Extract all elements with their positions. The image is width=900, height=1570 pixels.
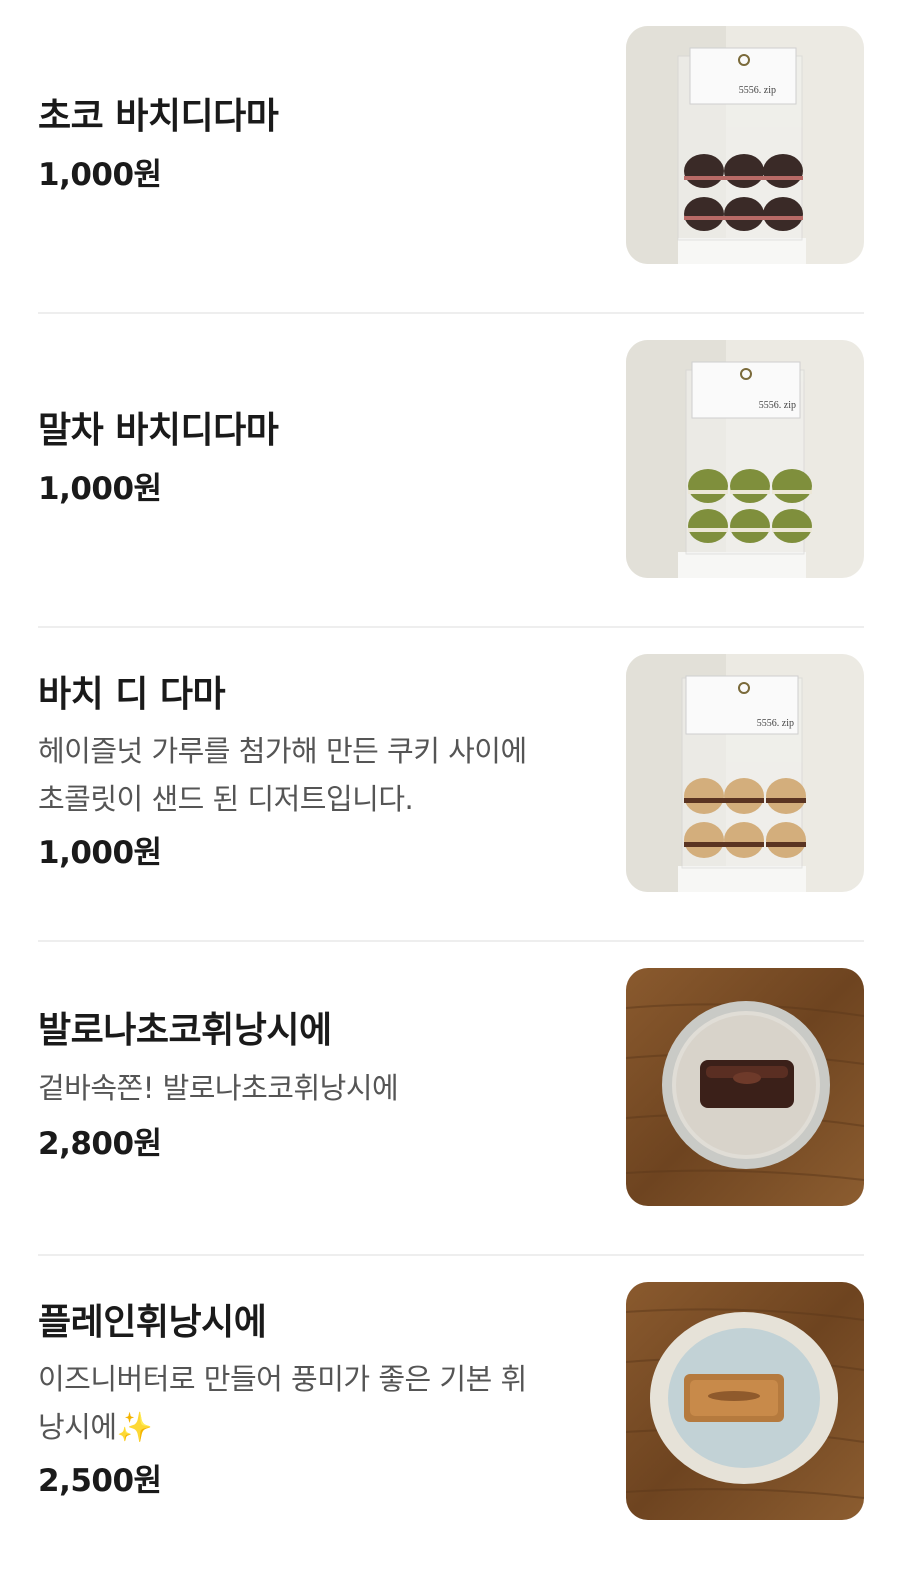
item-name: 바치 디 다마 bbox=[38, 674, 226, 715]
item-description-line-1: 이즈니버터로 만들어 풍미가 좋은 기본 휘 bbox=[38, 1362, 527, 1396]
menu-item-matcha-baci[interactable]: 말차 바치디다마 1,000원 5556. zip bbox=[38, 314, 864, 628]
item-description-line-1: 겉바속쫀! 발로나초코휘낭시에 bbox=[38, 1071, 399, 1105]
bag-icon: 5556. zip bbox=[626, 654, 864, 892]
bag-label: 5556. zip bbox=[739, 85, 776, 96]
plate-icon bbox=[626, 968, 864, 1206]
menu-item-choco-baci[interactable]: 초코 바치디다마 1,000원 5556. zip bbox=[38, 0, 864, 314]
item-photo[interactable]: 5556. zip bbox=[626, 654, 864, 892]
bag-label: 5556. zip bbox=[757, 718, 794, 729]
item-price: 1,000원 bbox=[38, 157, 162, 193]
item-price: 1,000원 bbox=[38, 835, 162, 871]
plate-icon bbox=[626, 1282, 864, 1520]
item-description-line-1: 헤이즐넛 가루를 첨가해 만든 쿠키 사이에 bbox=[38, 734, 527, 768]
item-description-line-2: 낭시에✨ bbox=[38, 1410, 153, 1444]
item-price: 1,000원 bbox=[38, 471, 162, 507]
menu-item-plain-financier[interactable]: 플레인휘낭시에 이즈니버터로 만들어 풍미가 좋은 기본 휘 낭시에✨ 2,50… bbox=[38, 1256, 864, 1570]
menu-item-valrhona-financier[interactable]: 발로나초코휘낭시에 겉바속쫀! 발로나초코휘낭시에 2,800원 bbox=[38, 942, 864, 1256]
item-description-line-2: 초콜릿이 샌드 된 디저트입니다. bbox=[38, 782, 414, 816]
bag-label: 5556. zip bbox=[759, 400, 796, 411]
item-name: 말차 바치디다마 bbox=[38, 410, 279, 451]
item-photo[interactable]: 5556. zip bbox=[626, 26, 864, 264]
item-name: 발로나초코휘낭시에 bbox=[38, 1010, 332, 1051]
item-photo[interactable] bbox=[626, 1282, 864, 1520]
item-photo[interactable] bbox=[626, 968, 864, 1206]
item-photo[interactable]: 5556. zip bbox=[626, 340, 864, 578]
bag-icon: 5556. zip bbox=[626, 26, 864, 264]
item-name: 플레인휘낭시에 bbox=[38, 1302, 267, 1343]
bag-icon: 5556. zip bbox=[626, 340, 864, 578]
item-name: 초코 바치디다마 bbox=[38, 96, 279, 137]
item-price: 2,500원 bbox=[38, 1463, 162, 1499]
menu-item-baci-di-dama[interactable]: 바치 디 다마 헤이즐넛 가루를 첨가해 만든 쿠키 사이에 초콜릿이 샌드 된… bbox=[38, 628, 864, 942]
item-price: 2,800원 bbox=[38, 1126, 162, 1162]
